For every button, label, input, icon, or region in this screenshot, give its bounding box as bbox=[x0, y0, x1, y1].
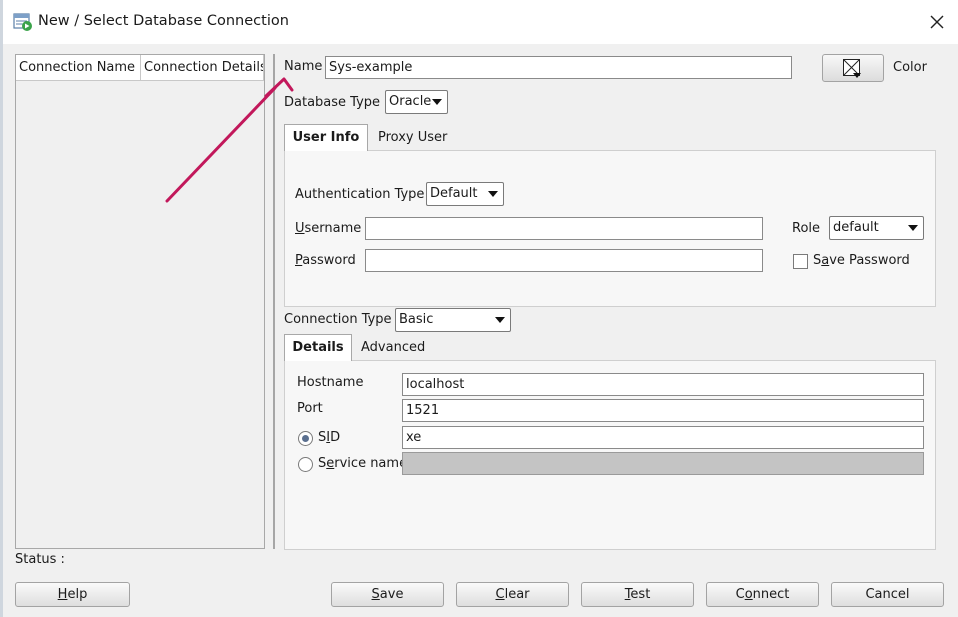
color-button[interactable] bbox=[822, 54, 884, 82]
tab-user-info[interactable]: User Info bbox=[284, 124, 368, 151]
connect-button[interactable]: Connect bbox=[706, 582, 819, 607]
tab-details[interactable]: Details bbox=[284, 334, 352, 361]
title-bar: New / Select Database Connection bbox=[0, 0, 958, 44]
cancel-button[interactable]: Cancel bbox=[831, 582, 944, 607]
save-password-checkbox[interactable] bbox=[793, 254, 808, 269]
column-connection-name[interactable]: Connection Name bbox=[16, 55, 141, 80]
username-label: Username bbox=[295, 221, 362, 236]
authentication-type-select[interactable]: Default bbox=[426, 182, 504, 206]
chevron-down-icon bbox=[432, 99, 442, 105]
chevron-down-icon bbox=[488, 191, 498, 197]
tab-advanced[interactable]: Advanced bbox=[361, 335, 425, 361]
role-label: Role bbox=[792, 221, 821, 236]
authentication-type-value: Default bbox=[430, 186, 478, 201]
chevron-down-icon bbox=[495, 317, 505, 323]
chevron-down-icon bbox=[908, 225, 918, 231]
database-connection-icon bbox=[13, 13, 32, 31]
role-select[interactable]: default bbox=[829, 216, 924, 240]
test-button[interactable]: Test bbox=[581, 582, 694, 607]
connection-list-header: Connection Name Connection Details bbox=[16, 55, 264, 81]
password-field[interactable] bbox=[365, 249, 763, 272]
hostname-label: Hostname bbox=[297, 375, 364, 390]
color-swatch-icon bbox=[843, 59, 861, 78]
color-label: Color bbox=[893, 60, 927, 75]
connection-type-value: Basic bbox=[399, 312, 434, 327]
role-value: default bbox=[833, 220, 879, 235]
save-password-label: Save Password bbox=[813, 253, 910, 268]
status-label: Status : bbox=[15, 552, 65, 567]
database-type-select[interactable]: Oracle bbox=[385, 90, 448, 114]
password-label: Password bbox=[295, 253, 356, 268]
authentication-type-label: Authentication Type bbox=[295, 187, 425, 202]
save-button[interactable]: Save bbox=[331, 582, 444, 607]
sid-label: SID bbox=[318, 430, 341, 445]
connection-list[interactable]: Connection Name Connection Details bbox=[15, 54, 265, 549]
service-name-field bbox=[402, 452, 924, 475]
tab-proxy-user[interactable]: Proxy User bbox=[378, 125, 447, 151]
name-label: Name bbox=[284, 59, 323, 74]
window-title: New / Select Database Connection bbox=[38, 13, 289, 29]
sid-radio[interactable] bbox=[298, 431, 313, 446]
sid-field[interactable]: xe bbox=[402, 426, 924, 449]
name-field[interactable]: Sys-example bbox=[325, 56, 792, 79]
username-field[interactable] bbox=[365, 217, 763, 240]
service-name-radio[interactable] bbox=[298, 457, 313, 472]
service-name-label: Service name bbox=[318, 456, 408, 471]
close-icon[interactable] bbox=[925, 10, 949, 34]
help-button[interactable]: Help bbox=[15, 582, 130, 607]
splitter[interactable] bbox=[273, 54, 275, 549]
hostname-field[interactable]: localhost bbox=[402, 373, 924, 396]
connection-type-label: Connection Type bbox=[284, 312, 392, 327]
database-type-value: Oracle bbox=[389, 94, 432, 109]
connection-type-select[interactable]: Basic bbox=[395, 308, 511, 332]
port-field[interactable]: 1521 bbox=[402, 399, 924, 422]
port-label: Port bbox=[297, 401, 323, 416]
column-connection-details[interactable]: Connection Details bbox=[141, 55, 264, 80]
database-type-label: Database Type bbox=[284, 95, 381, 110]
clear-button[interactable]: Clear bbox=[456, 582, 569, 607]
